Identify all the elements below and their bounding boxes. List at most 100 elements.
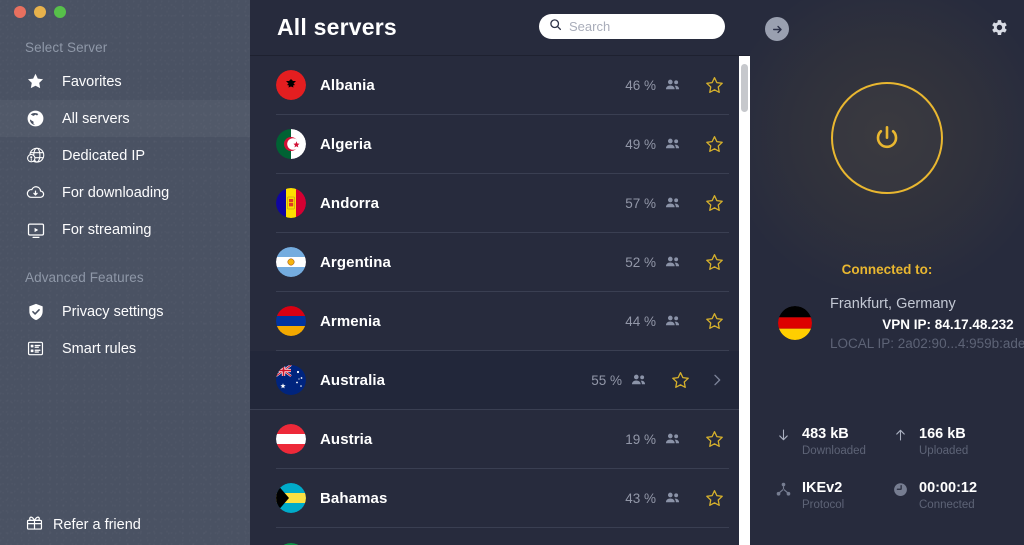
table-row[interactable]: Austria 19 % — [276, 410, 729, 469]
scrollbar-thumb[interactable] — [741, 64, 748, 112]
local-ip: LOCAL IP: 2a02:90...4:959b:adec:69b5 — [830, 336, 1024, 351]
people-icon — [664, 135, 682, 153]
server-list-scroll-area[interactable]: Albania 46 % Algeria 49 % Andorra 57 % Argenti… — [250, 55, 750, 545]
window-close-button[interactable] — [14, 6, 26, 18]
globe-pin-icon — [25, 145, 46, 166]
people-icon — [630, 371, 648, 389]
window-traffic-lights — [14, 6, 66, 18]
sidebar-nav-select-server: Favorites All servers Dedicated IP For d… — [0, 63, 250, 248]
arrow-right-circle-icon[interactable] — [765, 17, 789, 41]
country-name: Australia — [320, 371, 386, 389]
sidebar-item-label: For downloading — [62, 184, 170, 201]
table-row[interactable]: Australia 55 % — [250, 351, 750, 410]
scrollbar-track[interactable] — [739, 56, 750, 545]
sidebar-item-all-servers[interactable]: All servers — [0, 100, 250, 137]
sidebar-item-label: All servers — [62, 110, 130, 127]
stat-label: Protocol — [802, 499, 845, 511]
people-icon — [664, 430, 682, 448]
favorite-star-icon[interactable] — [704, 252, 725, 273]
server-load: 57 % — [625, 195, 656, 211]
table-row[interactable]: Argentina 52 % — [276, 233, 729, 292]
country-name: Austria — [320, 430, 373, 448]
connection-panel: Connected to: Frankfurt, Germany VPN IP:… — [750, 0, 1024, 545]
power-button[interactable] — [831, 82, 943, 194]
refer-a-friend-button[interactable]: Refer a friend — [25, 513, 141, 536]
arrow-up-icon — [891, 425, 909, 445]
stat-item: 483 kB Downloaded — [774, 425, 891, 457]
stat-label: Downloaded — [802, 445, 866, 457]
favorite-star-icon[interactable] — [704, 429, 725, 450]
country-name: Argentina — [320, 253, 391, 271]
people-icon — [664, 312, 682, 330]
vpn-ip: VPN IP: 84.17.48.232 — [882, 317, 1014, 332]
sidebar-item-label: Privacy settings — [62, 303, 164, 320]
server-load: 44 % — [625, 313, 656, 329]
sidebar-nav-advanced: Privacy settings Smart rules — [0, 293, 250, 367]
table-row[interactable] — [276, 528, 729, 545]
globe-icon — [25, 108, 46, 129]
sidebar-item-for-streaming[interactable]: For streaming — [0, 211, 250, 248]
sidebar-item-smart-rules[interactable]: Smart rules — [0, 330, 250, 367]
favorite-star-icon[interactable] — [704, 488, 725, 509]
favorite-star-icon[interactable] — [704, 134, 725, 155]
country-flag-icon — [276, 247, 306, 277]
power-icon — [876, 125, 898, 149]
stat-label: Connected — [919, 499, 975, 511]
stat-value: 166 kB — [919, 426, 966, 442]
sidebar-item-label: Dedicated IP — [62, 147, 146, 164]
sidebar-item-privacy-settings[interactable]: Privacy settings — [0, 293, 250, 330]
server-list: Albania 46 % Algeria 49 % Andorra 57 % Argenti… — [250, 56, 750, 545]
sidebar-item-label: Favorites — [62, 73, 122, 90]
refer-a-friend-label: Refer a friend — [53, 516, 141, 533]
connected-location: Frankfurt, Germany — [830, 296, 956, 312]
server-load: 46 % — [625, 77, 656, 93]
stat-value: IKEv2 — [802, 480, 843, 496]
rules-list-icon — [25, 338, 46, 359]
server-load: 52 % — [625, 254, 656, 270]
favorite-star-icon[interactable] — [704, 193, 725, 214]
table-row[interactable]: Albania 46 % — [276, 56, 729, 115]
server-load: 55 % — [591, 372, 622, 388]
favorite-star-icon[interactable] — [704, 75, 725, 96]
page-title: All servers — [277, 14, 397, 40]
country-name: Armenia — [320, 312, 381, 330]
connected-country-flag — [778, 306, 812, 340]
server-load: 19 % — [625, 431, 656, 447]
table-row[interactable]: Andorra 57 % — [276, 174, 729, 233]
window-maximize-button[interactable] — [54, 6, 66, 18]
server-load: 49 % — [625, 136, 656, 152]
table-row[interactable]: Bahamas 43 % — [276, 469, 729, 528]
gear-icon[interactable] — [986, 15, 1010, 39]
country-flag-icon — [276, 483, 306, 513]
connection-text: Frankfurt, Germany VPN IP: 84.17.48.232 … — [830, 296, 1024, 351]
stat-value: 483 kB — [802, 426, 849, 442]
connection-details: Frankfurt, Germany VPN IP: 84.17.48.232 … — [750, 296, 1024, 351]
search-input[interactable] — [569, 19, 715, 34]
table-row[interactable]: Armenia 44 % — [276, 292, 729, 351]
network-node-icon — [774, 479, 792, 499]
cloud-download-icon — [25, 182, 46, 203]
favorite-star-icon[interactable] — [704, 311, 725, 332]
sidebar-item-label: Smart rules — [62, 340, 137, 357]
shield-check-icon — [25, 301, 46, 322]
window-minimize-button[interactable] — [34, 6, 46, 18]
server-load: 43 % — [625, 490, 656, 506]
sidebar-item-for-downloading[interactable]: For downloading — [0, 174, 250, 211]
stat-item: 166 kB Uploaded — [891, 425, 1008, 457]
people-icon — [664, 194, 682, 212]
country-flag-icon — [276, 424, 306, 454]
list-header: All servers — [250, 0, 750, 55]
sidebar-item-favorites[interactable]: Favorites — [0, 63, 250, 100]
favorite-star-icon[interactable] — [670, 370, 691, 391]
server-list-panel: All servers Albania 46 % Algeria 49 % Andorr… — [250, 0, 750, 545]
arrow-down-icon — [774, 425, 792, 445]
stat-item: 00:00:12 Connected — [891, 479, 1008, 511]
search-box[interactable] — [539, 14, 725, 39]
sidebar-section-advanced-features: Advanced Features — [25, 270, 144, 285]
gift-icon — [25, 513, 44, 536]
streaming-monitor-icon — [25, 219, 46, 240]
table-row[interactable]: Algeria 49 % — [276, 115, 729, 174]
country-flag-icon — [276, 129, 306, 159]
chevron-right-icon[interactable] — [709, 372, 725, 388]
sidebar-item-dedicated-ip[interactable]: Dedicated IP — [0, 137, 250, 174]
